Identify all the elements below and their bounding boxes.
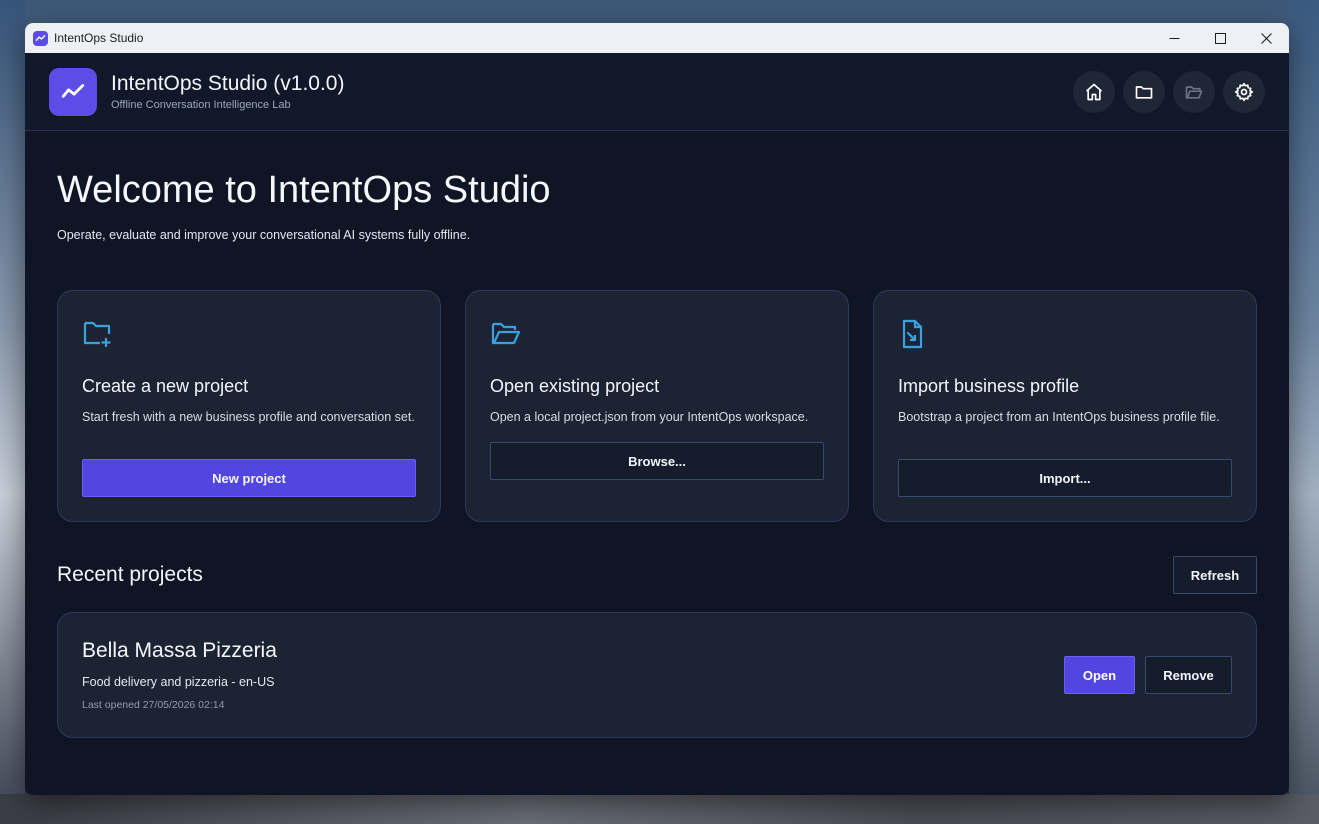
app-title: IntentOps Studio (v1.0.0) [111,72,345,95]
card-description: Bootstrap a project from an IntentOps bu… [898,410,1220,424]
app-window: IntentOps Studio IntentOps Studio (v1.0.… [25,23,1289,795]
page-subtitle: Operate, evaluate and improve your conve… [57,228,471,242]
maximize-button[interactable] [1197,23,1243,53]
folder-icon [1135,86,1153,99]
folder-open-icon [1185,86,1203,99]
app-icon [33,30,48,46]
card-open-project: Open existing project Open a local proje… [465,290,849,522]
card-title: Import business profile [898,376,1080,396]
home-icon [1085,83,1103,101]
folder-button[interactable] [1123,71,1165,113]
list-item: Bella Massa Pizzeria Food delivery and p… [57,612,1257,738]
page-title: Welcome to IntentOps Studio [57,169,551,211]
card-import-profile: Import business profile Bootstrap a proj… [873,290,1257,522]
title-bar[interactable]: IntentOps Studio [25,23,1289,53]
open-folder-button[interactable] [1173,71,1215,113]
close-button[interactable] [1243,23,1289,53]
file-import-icon [902,319,923,349]
trend-line-icon [61,83,85,98]
minimize-icon [1169,37,1179,39]
card-description: Start fresh with a new business profile … [82,410,415,424]
window-title: IntentOps Studio [54,31,144,45]
card-title: Create a new project [82,376,249,396]
recent-projects-title: Recent projects [57,563,203,586]
app-subtitle: Offline Conversation Intelligence Lab [111,99,291,111]
main-content: Welcome to IntentOps Studio Operate, eva… [25,169,1289,738]
remove-project-button[interactable]: Remove [1145,656,1232,694]
browse-button[interactable]: Browse... [490,442,824,480]
import-button[interactable]: Import... [898,459,1232,497]
recent-projects-header: Recent projects Refresh [57,556,1257,594]
gear-icon [1234,82,1254,102]
card-create-project: Create a new project Start fresh with a … [57,290,441,522]
project-last-opened: Last opened 27/05/2026 02:14 [82,699,225,711]
project-description: Food delivery and pizzeria - en-US [82,675,275,689]
action-cards: Create a new project Start fresh with a … [57,290,1257,522]
app-logo [49,67,97,116]
minimize-button[interactable] [1151,23,1197,53]
close-icon [1260,32,1272,44]
app-header: IntentOps Studio (v1.0.0) Offline Conver… [25,53,1289,131]
maximize-icon [1214,32,1226,44]
new-project-button[interactable]: New project [82,459,416,497]
settings-button[interactable] [1223,71,1265,113]
refresh-button[interactable]: Refresh [1173,556,1257,594]
open-project-button[interactable]: Open [1064,656,1135,694]
home-button[interactable] [1073,71,1115,113]
folder-add-icon [83,321,111,347]
card-description: Open a local project.json from your Inte… [490,410,809,424]
project-name: Bella Massa Pizzeria [82,639,277,662]
card-title: Open existing project [490,376,660,396]
folder-open-icon [491,322,521,345]
